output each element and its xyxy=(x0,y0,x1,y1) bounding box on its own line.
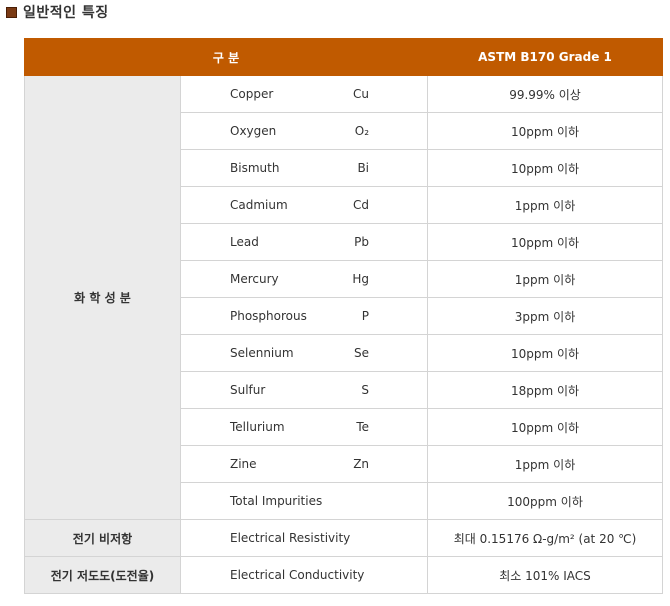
element-symbol: Bi xyxy=(357,161,370,175)
spec-table: 구 분 ASTM B170 Grade 1 화 학 성 분 Copper Cu … xyxy=(23,38,664,594)
element-cell: Tellurium Te xyxy=(179,408,429,446)
square-bullet-icon xyxy=(6,6,17,18)
property-name: Electrical Resistivity xyxy=(230,531,351,545)
element-value: 1ppm 이하 xyxy=(427,445,664,483)
property-value: 최대 0.15176 Ω-g/m² (at 20 ℃) xyxy=(427,519,664,557)
element-name: Mercury xyxy=(230,272,279,286)
category-conductivity: 전기 저도도(도전율) xyxy=(24,556,181,594)
element-value: 100ppm 이하 xyxy=(427,482,664,520)
table-row: 전기 저도도(도전율) Electrical Conductivity 최소 1… xyxy=(24,556,664,594)
element-name: Cadmium xyxy=(230,198,288,212)
element-value: 10ppm 이하 xyxy=(427,223,664,261)
element-cell: Oxygen O₂ xyxy=(179,112,429,150)
element-value: 10ppm 이하 xyxy=(427,149,664,187)
element-cell: Copper Cu xyxy=(179,75,429,113)
element-cell: Mercury Hg xyxy=(179,260,429,298)
element-name: Tellurium xyxy=(230,420,285,434)
element-name: Oxygen xyxy=(230,124,277,138)
element-cell: Bismuth Bi xyxy=(179,149,429,187)
element-symbol: O₂ xyxy=(354,124,370,138)
section-title-row: 일반적인 특징 xyxy=(6,2,109,22)
element-name: Total Impurities xyxy=(230,494,323,508)
element-value: 10ppm 이하 xyxy=(427,112,664,150)
element-cell: Selennium Se xyxy=(179,334,429,372)
element-cell: Sulfur S xyxy=(179,371,429,409)
header-category: 구 분 xyxy=(23,38,429,76)
property-name: Electrical Conductivity xyxy=(230,568,365,582)
page-title: 일반적인 특징 xyxy=(23,5,109,21)
element-symbol: Pb xyxy=(354,235,370,249)
category-resistivity: 전기 비저항 xyxy=(24,519,181,557)
property-value: 최소 101% IACS xyxy=(427,556,664,594)
element-symbol: S xyxy=(361,383,370,397)
element-symbol: Hg xyxy=(352,272,370,286)
element-cell: Phosphorous P xyxy=(179,297,429,335)
category-chemical: 화 학 성 분 xyxy=(24,75,181,520)
table-header-row: 구 분 ASTM B170 Grade 1 xyxy=(23,38,664,76)
element-symbol: Se xyxy=(354,346,370,360)
element-value: 99.99% 이상 xyxy=(427,75,664,113)
header-standard: ASTM B170 Grade 1 xyxy=(427,38,664,76)
element-value: 10ppm 이하 xyxy=(427,334,664,372)
element-name: Sulfur xyxy=(230,383,266,397)
element-name: Copper xyxy=(230,87,274,101)
element-cell: Total Impurities xyxy=(179,482,429,520)
element-cell: Zine Zn xyxy=(179,445,429,483)
table-row: 전기 비저항 Electrical Resistivity 최대 0.15176… xyxy=(24,519,664,557)
element-symbol: Te xyxy=(356,420,370,434)
element-value: 1ppm 이하 xyxy=(427,260,664,298)
element-cell: Cadmium Cd xyxy=(179,186,429,224)
property-cell: Electrical Resistivity xyxy=(179,519,429,557)
element-cell: Lead Pb xyxy=(179,223,429,261)
element-name: Zine xyxy=(230,457,257,471)
element-name: Selennium xyxy=(230,346,294,360)
table-row: 화 학 성 분 Copper Cu 99.99% 이상 xyxy=(24,75,664,520)
element-value: 10ppm 이하 xyxy=(427,408,664,446)
element-symbol: Cd xyxy=(353,198,370,212)
element-value: 1ppm 이하 xyxy=(427,186,664,224)
element-symbol: Zn xyxy=(353,457,370,471)
element-symbol: Cu xyxy=(353,87,370,101)
element-name: Bismuth xyxy=(230,161,280,175)
element-name: Lead xyxy=(230,235,259,249)
element-value: 3ppm 이하 xyxy=(427,297,664,335)
element-value: 18ppm 이하 xyxy=(427,371,664,409)
property-cell: Electrical Conductivity xyxy=(179,556,429,594)
element-symbol: P xyxy=(361,309,370,323)
element-name: Phosphorous xyxy=(230,309,307,323)
